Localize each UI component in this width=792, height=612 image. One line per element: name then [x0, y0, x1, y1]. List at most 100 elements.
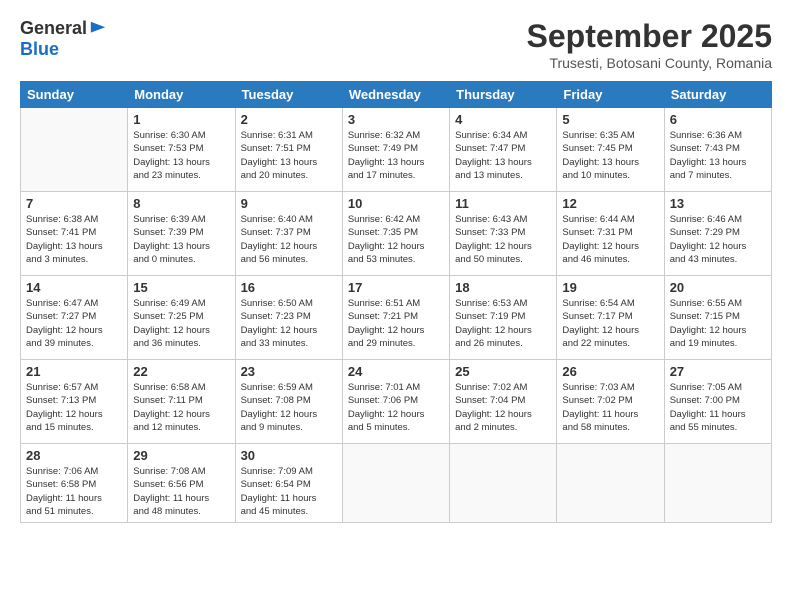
day-number: 15	[133, 280, 229, 295]
table-row: 23 Sunrise: 6:59 AMSunset: 7:08 PMDayligh…	[235, 360, 342, 444]
table-row: 30 Sunrise: 7:09 AMSunset: 6:54 PMDayligh…	[235, 444, 342, 523]
header: General Blue September 2025 Trusesti, Bo…	[20, 18, 772, 71]
day-number: 13	[670, 196, 766, 211]
table-row: 6 Sunrise: 6:36 AMSunset: 7:43 PMDaylight…	[664, 108, 771, 192]
table-row	[664, 444, 771, 523]
month-title: September 2025	[527, 18, 772, 55]
day-info: Sunrise: 6:44 AMSunset: 7:31 PMDaylight:…	[562, 213, 658, 266]
table-row	[342, 444, 449, 523]
day-info: Sunrise: 6:47 AMSunset: 7:27 PMDaylight:…	[26, 297, 122, 350]
day-info: Sunrise: 6:42 AMSunset: 7:35 PMDaylight:…	[348, 213, 444, 266]
table-row: 20 Sunrise: 6:55 AMSunset: 7:15 PMDayligh…	[664, 276, 771, 360]
day-info: Sunrise: 7:05 AMSunset: 7:00 PMDaylight:…	[670, 381, 766, 434]
table-row: 8 Sunrise: 6:39 AMSunset: 7:39 PMDaylight…	[128, 192, 235, 276]
day-info: Sunrise: 6:39 AMSunset: 7:39 PMDaylight:…	[133, 213, 229, 266]
table-row: 16Sunrise: 6:50 AMSunset: 7:23 PMDayligh…	[235, 276, 342, 360]
day-info: Sunrise: 6:34 AMSunset: 7:47 PMDaylight:…	[455, 129, 551, 182]
table-row: 10 Sunrise: 6:42 AMSunset: 7:35 PMDayligh…	[342, 192, 449, 276]
table-row: 7 Sunrise: 6:38 AMSunset: 7:41 PMDaylight…	[21, 192, 128, 276]
day-number: 22	[133, 364, 229, 379]
table-row: 12 Sunrise: 6:44 AMSunset: 7:31 PMDayligh…	[557, 192, 664, 276]
day-info: Sunrise: 6:49 AMSunset: 7:25 PMDaylight:…	[133, 297, 229, 350]
day-number: 14	[26, 280, 122, 295]
day-info: Sunrise: 6:55 AMSunset: 7:15 PMDaylight:…	[670, 297, 766, 350]
day-number: 7	[26, 196, 122, 211]
col-wednesday: Wednesday	[342, 82, 449, 108]
col-tuesday: Tuesday	[235, 82, 342, 108]
location-subtitle: Trusesti, Botosani County, Romania	[527, 55, 772, 71]
logo-general-text: General	[20, 18, 87, 39]
day-number: 16	[241, 280, 337, 295]
table-row	[450, 444, 557, 523]
logo-flag-icon	[89, 20, 107, 38]
day-number: 23	[241, 364, 337, 379]
table-row: 24Sunrise: 7:01 AMSunset: 7:06 PMDayligh…	[342, 360, 449, 444]
day-number: 25	[455, 364, 551, 379]
table-row: 21 Sunrise: 6:57 AMSunset: 7:13 PMDayligh…	[21, 360, 128, 444]
logo: General Blue	[20, 18, 107, 60]
day-info: Sunrise: 6:51 AMSunset: 7:21 PMDaylight:…	[348, 297, 444, 350]
table-row: 26 Sunrise: 7:03 AMSunset: 7:02 PMDayligh…	[557, 360, 664, 444]
day-info: Sunrise: 6:35 AMSunset: 7:45 PMDaylight:…	[562, 129, 658, 182]
day-info: Sunrise: 6:53 AMSunset: 7:19 PMDaylight:…	[455, 297, 551, 350]
day-number: 4	[455, 112, 551, 127]
day-info: Sunrise: 6:57 AMSunset: 7:13 PMDaylight:…	[26, 381, 122, 434]
day-info: Sunrise: 6:36 AMSunset: 7:43 PMDaylight:…	[670, 129, 766, 182]
day-number: 30	[241, 448, 337, 463]
day-number: 6	[670, 112, 766, 127]
table-row: 4 Sunrise: 6:34 AMSunset: 7:47 PMDaylight…	[450, 108, 557, 192]
table-row: 29Sunrise: 7:08 AMSunset: 6:56 PMDayligh…	[128, 444, 235, 523]
day-number: 9	[241, 196, 337, 211]
table-row: 17Sunrise: 6:51 AMSunset: 7:21 PMDayligh…	[342, 276, 449, 360]
calendar-header-row: Sunday Monday Tuesday Wednesday Thursday…	[21, 82, 772, 108]
day-info: Sunrise: 7:03 AMSunset: 7:02 PMDaylight:…	[562, 381, 658, 434]
table-row: 11 Sunrise: 6:43 AMSunset: 7:33 PMDayligh…	[450, 192, 557, 276]
day-info: Sunrise: 6:31 AMSunset: 7:51 PMDaylight:…	[241, 129, 337, 182]
col-monday: Monday	[128, 82, 235, 108]
table-row: 2 Sunrise: 6:31 AMSunset: 7:51 PMDaylight…	[235, 108, 342, 192]
day-info: Sunrise: 6:59 AMSunset: 7:08 PMDaylight:…	[241, 381, 337, 434]
day-number: 10	[348, 196, 444, 211]
table-row: 22 Sunrise: 6:58 AMSunset: 7:11 PMDayligh…	[128, 360, 235, 444]
day-number: 29	[133, 448, 229, 463]
day-number: 12	[562, 196, 658, 211]
day-number: 26	[562, 364, 658, 379]
day-info: Sunrise: 6:43 AMSunset: 7:33 PMDaylight:…	[455, 213, 551, 266]
table-row: 14 Sunrise: 6:47 AMSunset: 7:27 PMDayligh…	[21, 276, 128, 360]
day-info: Sunrise: 6:30 AMSunset: 7:53 PMDaylight:…	[133, 129, 229, 182]
day-number: 28	[26, 448, 122, 463]
day-number: 27	[670, 364, 766, 379]
col-thursday: Thursday	[450, 82, 557, 108]
day-info: Sunrise: 6:46 AMSunset: 7:29 PMDaylight:…	[670, 213, 766, 266]
page: General Blue September 2025 Trusesti, Bo…	[0, 0, 792, 612]
day-number: 11	[455, 196, 551, 211]
day-number: 21	[26, 364, 122, 379]
day-info: Sunrise: 7:09 AMSunset: 6:54 PMDaylight:…	[241, 465, 337, 518]
table-row	[557, 444, 664, 523]
table-row: 28Sunrise: 7:06 AMSunset: 6:58 PMDayligh…	[21, 444, 128, 523]
day-number: 24	[348, 364, 444, 379]
table-row: 19Sunrise: 6:54 AMSunset: 7:17 PMDayligh…	[557, 276, 664, 360]
col-saturday: Saturday	[664, 82, 771, 108]
day-info: Sunrise: 6:58 AMSunset: 7:11 PMDaylight:…	[133, 381, 229, 434]
day-number: 2	[241, 112, 337, 127]
col-friday: Friday	[557, 82, 664, 108]
table-row: 9 Sunrise: 6:40 AMSunset: 7:37 PMDaylight…	[235, 192, 342, 276]
table-row: 3 Sunrise: 6:32 AMSunset: 7:49 PMDaylight…	[342, 108, 449, 192]
day-number: 3	[348, 112, 444, 127]
day-number: 18	[455, 280, 551, 295]
col-sunday: Sunday	[21, 82, 128, 108]
logo-blue-text: Blue	[20, 39, 59, 59]
table-row: 27 Sunrise: 7:05 AMSunset: 7:00 PMDayligh…	[664, 360, 771, 444]
day-number: 1	[133, 112, 229, 127]
day-number: 8	[133, 196, 229, 211]
table-row: 5Sunrise: 6:35 AMSunset: 7:45 PMDaylight…	[557, 108, 664, 192]
day-info: Sunrise: 6:40 AMSunset: 7:37 PMDaylight:…	[241, 213, 337, 266]
day-info: Sunrise: 6:38 AMSunset: 7:41 PMDaylight:…	[26, 213, 122, 266]
day-info: Sunrise: 6:32 AMSunset: 7:49 PMDaylight:…	[348, 129, 444, 182]
table-row: 15 Sunrise: 6:49 AMSunset: 7:25 PMDayligh…	[128, 276, 235, 360]
table-row: 13 Sunrise: 6:46 AMSunset: 7:29 PMDayligh…	[664, 192, 771, 276]
day-number: 19	[562, 280, 658, 295]
day-number: 20	[670, 280, 766, 295]
title-block: September 2025 Trusesti, Botosani County…	[527, 18, 772, 71]
